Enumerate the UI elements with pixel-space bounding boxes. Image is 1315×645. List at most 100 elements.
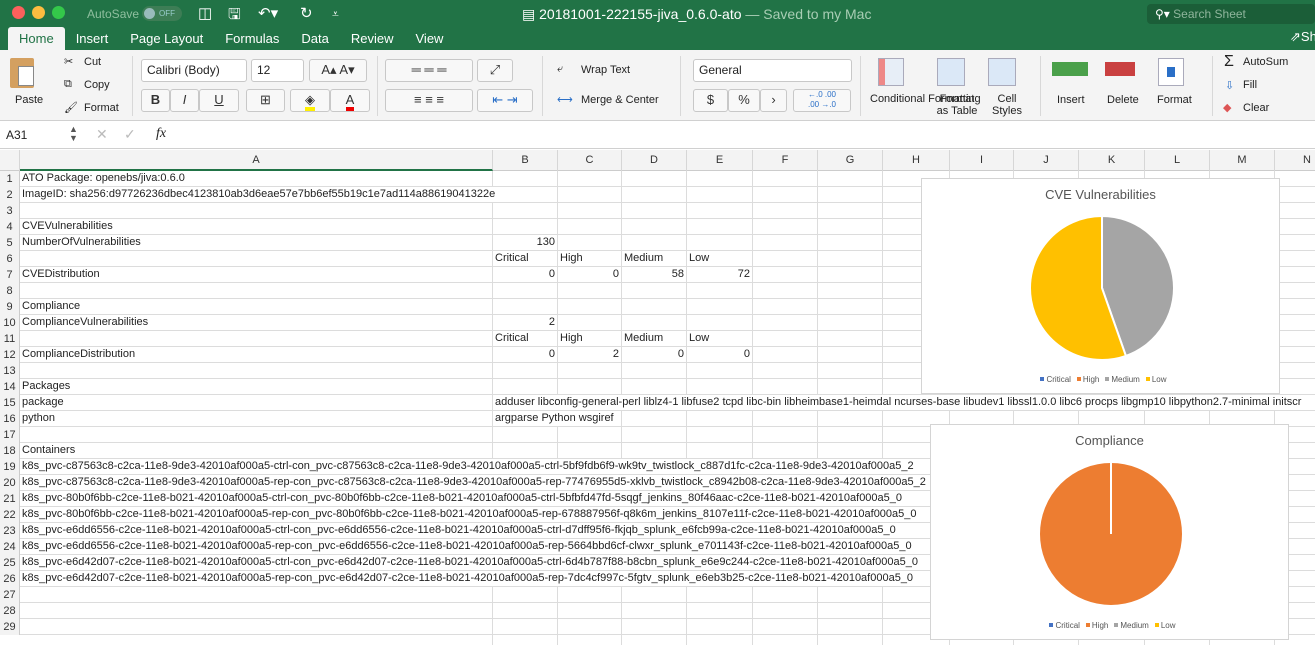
cell-D7[interactable]: 58: [622, 267, 686, 282]
cell-A22[interactable]: k8s_pvc-80b0f6bb-c2ce-11e8-b021-42010af0…: [20, 507, 919, 522]
delete-cells-icon[interactable]: [1105, 62, 1135, 76]
column-header-N[interactable]: N: [1275, 150, 1315, 171]
row-header[interactable]: 20: [0, 475, 20, 491]
share-button[interactable]: ⇗Sh: [1290, 29, 1315, 45]
paste-icon[interactable]: [10, 58, 34, 88]
comma-style-button[interactable]: ›: [760, 89, 787, 112]
row-header[interactable]: 11: [0, 331, 20, 347]
row-header[interactable]: 7: [0, 267, 20, 283]
cell-A9[interactable]: Compliance: [20, 299, 83, 314]
merge-center-icon[interactable]: ⟷: [557, 93, 573, 106]
cell-A2[interactable]: ImageID: sha256:d97726236dbec4123810ab3d…: [20, 187, 498, 202]
fill-button[interactable]: Fill: [1243, 79, 1257, 91]
row-header[interactable]: 18: [0, 443, 20, 459]
tab-home[interactable]: Home: [8, 27, 65, 50]
insert-function-button[interactable]: fx: [156, 126, 166, 142]
indent-icons[interactable]: ⇤ ⇥: [477, 89, 533, 112]
number-format-select[interactable]: General: [693, 59, 852, 82]
cell-B7[interactable]: 0: [493, 267, 557, 282]
insert-button[interactable]: Insert: [1057, 94, 1085, 106]
conditional-formatting-icon[interactable]: [878, 58, 904, 86]
fill-icon[interactable]: ⇩: [1225, 79, 1234, 92]
row-header[interactable]: 15: [0, 395, 20, 411]
cell-A15[interactable]: package: [20, 395, 66, 410]
eraser-icon[interactable]: ◆: [1223, 101, 1231, 114]
column-header-F[interactable]: F: [753, 150, 818, 171]
cut-icon[interactable]: ✂: [64, 55, 73, 68]
underline-button[interactable]: U: [199, 89, 239, 112]
cell-C6[interactable]: High: [558, 251, 585, 266]
row-header[interactable]: 27: [0, 587, 20, 603]
column-header-E[interactable]: E: [687, 150, 753, 171]
cell-A1[interactable]: ATO Package: openebs/jiva:0.6.0: [20, 171, 187, 186]
paste-button[interactable]: Paste: [15, 94, 43, 106]
horizontal-align-icons[interactable]: ≡ ≡ ≡: [385, 89, 473, 112]
row-header[interactable]: 14: [0, 379, 20, 395]
compliance-chart[interactable]: Compliance Critical High Medium Low: [930, 424, 1289, 640]
column-header-J[interactable]: J: [1014, 150, 1079, 171]
autosum-icon[interactable]: Σ: [1224, 53, 1234, 71]
row-header[interactable]: 16: [0, 411, 20, 427]
font-color-icon[interactable]: A: [330, 89, 370, 112]
cell-A18[interactable]: Containers: [20, 443, 78, 458]
format-as-table-icon[interactable]: [937, 58, 965, 86]
column-header-C[interactable]: C: [558, 150, 622, 171]
format-as-table-button[interactable]: Format as Table: [935, 93, 979, 117]
close-window-button[interactable]: [12, 6, 25, 19]
cell-A10[interactable]: ComplianceVulnerabilities: [20, 315, 151, 330]
tab-view[interactable]: View: [405, 27, 455, 50]
cell-C12[interactable]: 2: [558, 347, 621, 362]
copy-button[interactable]: Copy: [84, 79, 110, 91]
cell-A5[interactable]: NumberOfVulnerabilities: [20, 235, 143, 250]
column-header-G[interactable]: G: [818, 150, 883, 171]
search-sheet-input[interactable]: ⚲▾ Search Sheet: [1147, 4, 1315, 24]
cell-A16[interactable]: python: [20, 411, 58, 426]
font-name-select[interactable]: Calibri (Body): [141, 59, 247, 82]
clear-button[interactable]: Clear: [1243, 102, 1269, 114]
column-header-L[interactable]: L: [1145, 150, 1210, 171]
cell-A21[interactable]: k8s_pvc-80b0f6bb-c2ce-11e8-b021-42010af0…: [20, 491, 905, 506]
cell-A12[interactable]: ComplianceDistribution: [20, 347, 138, 362]
cell-E11[interactable]: Low: [687, 331, 712, 346]
cell-B11[interactable]: Critical: [493, 331, 531, 346]
formula-input[interactable]: [182, 126, 1302, 144]
row-header[interactable]: 13: [0, 363, 20, 379]
minimize-window-button[interactable]: [32, 6, 45, 19]
percent-button[interactable]: %: [728, 89, 760, 112]
row-header[interactable]: 9: [0, 299, 20, 315]
row-header[interactable]: 26: [0, 571, 20, 587]
cell-A20[interactable]: k8s_pvc-c87563c8-c2ca-11e8-9de3-42010af0…: [20, 475, 928, 490]
row-header[interactable]: 10: [0, 315, 20, 331]
cell-D6[interactable]: Medium: [622, 251, 666, 266]
cell-B10[interactable]: 2: [493, 315, 557, 330]
orientation-icon[interactable]: ⤢: [477, 59, 513, 82]
column-header-H[interactable]: H: [883, 150, 950, 171]
cut-button[interactable]: Cut: [84, 56, 101, 68]
cell-B6[interactable]: Critical: [493, 251, 531, 266]
autosave-toggle[interactable]: OFF: [142, 6, 182, 21]
select-all-corner[interactable]: [0, 150, 20, 171]
wrap-text-button[interactable]: Wrap Text: [581, 64, 630, 76]
cell-E12[interactable]: 0: [687, 347, 752, 362]
format-painter-button[interactable]: Format: [84, 102, 119, 114]
row-header[interactable]: 4: [0, 219, 20, 235]
delete-button[interactable]: Delete: [1107, 94, 1139, 106]
column-header-B[interactable]: B: [493, 150, 558, 171]
cell-C11[interactable]: High: [558, 331, 585, 346]
row-header[interactable]: 22: [0, 507, 20, 523]
row-header[interactable]: 24: [0, 539, 20, 555]
cell-styles-icon[interactable]: [988, 58, 1016, 86]
row-header[interactable]: 5: [0, 235, 20, 251]
row-header[interactable]: 12: [0, 347, 20, 363]
row-header[interactable]: 21: [0, 491, 20, 507]
maximize-window-button[interactable]: [52, 6, 65, 19]
copy-icon[interactable]: ⧉: [64, 78, 72, 91]
column-header-D[interactable]: D: [622, 150, 687, 171]
cell-A24[interactable]: k8s_pvc-e6dd6556-c2ce-11e8-b021-42010af0…: [20, 539, 914, 554]
font-size-select[interactable]: 12: [251, 59, 304, 82]
italic-button[interactable]: I: [170, 89, 199, 112]
cell-E6[interactable]: Low: [687, 251, 712, 266]
cell-A14[interactable]: Packages: [20, 379, 73, 394]
format-painter-icon[interactable]: 🖌: [64, 101, 78, 114]
cancel-icon[interactable]: ✕: [96, 126, 108, 143]
